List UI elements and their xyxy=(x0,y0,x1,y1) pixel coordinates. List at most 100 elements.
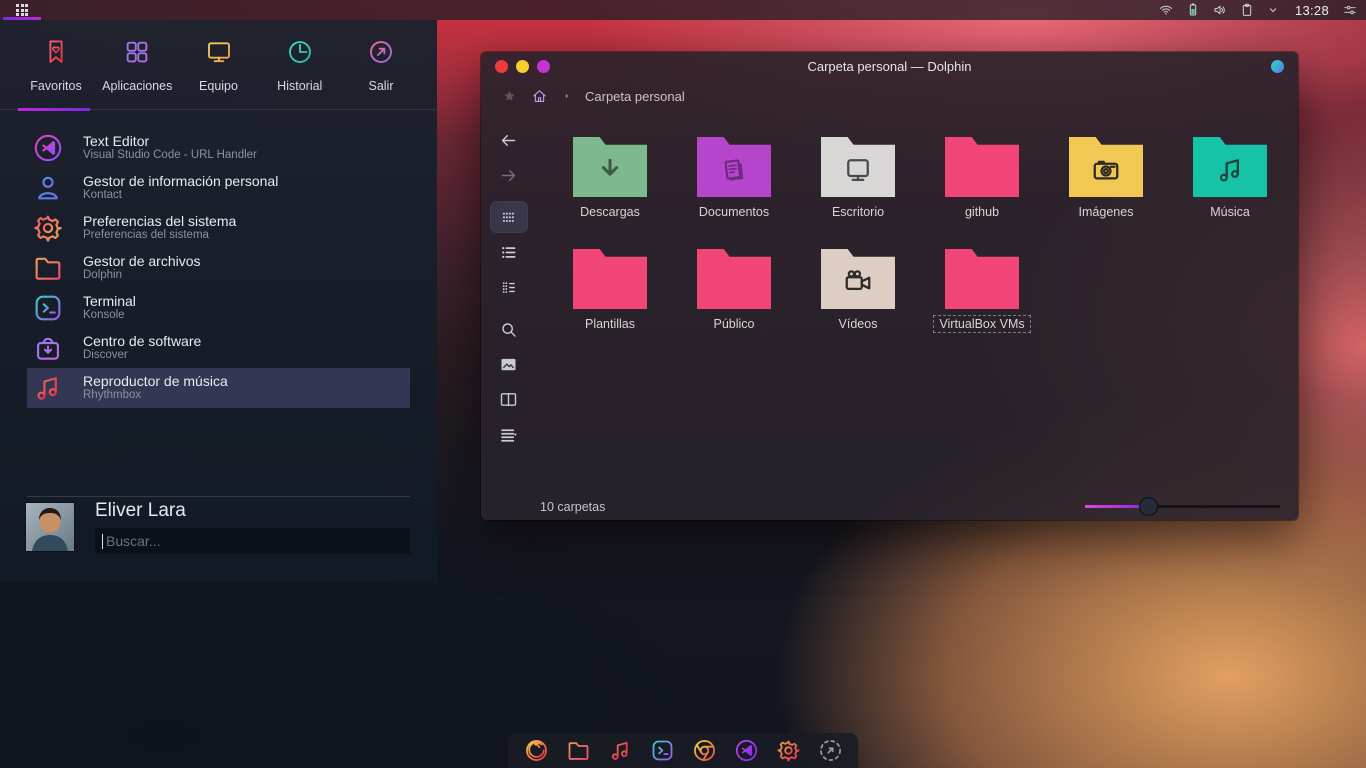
folder-icon xyxy=(1193,137,1267,197)
volume-icon[interactable] xyxy=(1212,2,1228,18)
tab-label: Historial xyxy=(277,78,323,93)
folder-público[interactable]: Público xyxy=(672,249,796,361)
view-grid-button[interactable] xyxy=(490,202,527,232)
folder-plantillas[interactable]: Plantillas xyxy=(548,249,672,361)
clock[interactable]: 13:28 xyxy=(1295,3,1329,18)
window-menu-button[interactable] xyxy=(1271,59,1284,73)
favorite-item[interactable]: Reproductor de música Rhythmbox xyxy=(27,368,410,408)
text-caret xyxy=(102,533,103,549)
folder-label: github xyxy=(964,205,1000,219)
titlebar[interactable]: Carpeta personal — Dolphin xyxy=(481,52,1298,80)
dock-dock-edit-icon[interactable] xyxy=(816,737,844,765)
folder-documentos[interactable]: Documentos xyxy=(672,137,796,249)
search-input[interactable]: Buscar... xyxy=(95,528,410,554)
tab-equipo[interactable]: Equipo xyxy=(179,20,259,109)
folder-icon xyxy=(945,249,1019,309)
breadcrumb-location[interactable]: Carpeta personal xyxy=(585,89,685,104)
folder-label: VirtualBox VMs xyxy=(933,315,1031,333)
status-bar: 10 carpetas xyxy=(481,493,1298,520)
folder-icon xyxy=(30,251,66,285)
tab-historial[interactable]: Historial xyxy=(260,20,340,109)
user-name: Eliver Lara xyxy=(95,500,186,521)
favorite-subtitle: Konsole xyxy=(83,309,125,322)
search-button[interactable] xyxy=(491,314,527,344)
favorite-subtitle: Discover xyxy=(83,349,128,362)
split-button[interactable] xyxy=(491,384,527,414)
user-area: Eliver Lara Buscar... xyxy=(0,496,437,583)
folder-github[interactable]: github xyxy=(920,137,1044,249)
zoom-slider[interactable] xyxy=(1085,498,1280,516)
tab-favoritos[interactable]: Favoritos xyxy=(16,20,96,111)
folder-escritorio[interactable]: Escritorio xyxy=(796,137,920,249)
dock xyxy=(508,733,858,768)
dock-firefox-icon[interactable] xyxy=(522,737,550,765)
battery-icon[interactable] xyxy=(1185,2,1201,18)
star-icon[interactable] xyxy=(501,88,518,105)
dock-vscode-icon[interactable] xyxy=(732,737,760,765)
folder-label: Vídeos xyxy=(838,317,878,331)
preview-button[interactable] xyxy=(491,349,527,379)
bag-download-icon xyxy=(30,331,66,365)
close-button[interactable] xyxy=(495,59,508,73)
favorite-title: Gestor de información personal xyxy=(83,173,279,190)
favorite-title: Text Editor xyxy=(83,133,150,150)
favorite-item[interactable]: Centro de software Discover xyxy=(27,328,410,368)
bookmark-heart-icon xyxy=(41,37,71,72)
folder-icon xyxy=(573,249,647,309)
folder-icon xyxy=(821,137,895,197)
clipboard-icon[interactable] xyxy=(1239,2,1255,18)
tab-aplicaciones[interactable]: Aplicaciones xyxy=(97,20,177,109)
dock-file-manager-icon[interactable] xyxy=(564,737,592,765)
folder-virtualbox-vms[interactable]: VirtualBox VMs xyxy=(920,249,1044,361)
maximize-button[interactable] xyxy=(537,59,550,73)
favorite-title: Gestor de archivos xyxy=(83,253,201,270)
app-launcher-menu: Favoritos Aplicaciones Equipo Historial … xyxy=(0,20,437,583)
chevron-down-icon[interactable] xyxy=(1266,2,1282,18)
dock-settings-icon[interactable] xyxy=(774,737,802,765)
slider-handle[interactable] xyxy=(1139,498,1157,515)
vscode-icon xyxy=(30,131,66,165)
launcher-tabs: Favoritos Aplicaciones Equipo Historial … xyxy=(0,20,437,111)
app-launcher-button[interactable] xyxy=(0,0,44,20)
system-tray: 13:28 xyxy=(1158,2,1366,18)
minimize-button[interactable] xyxy=(516,59,529,73)
dock-chromium-icon[interactable] xyxy=(690,737,718,765)
tab-label: Equipo xyxy=(199,78,238,93)
folder-label: Descargas xyxy=(580,205,640,219)
favorite-item[interactable]: Gestor de información personal Kontact xyxy=(27,168,410,208)
favorite-item[interactable]: Preferencias del sistema Preferencias de… xyxy=(27,208,410,248)
folder-descargas[interactable]: Descargas xyxy=(548,137,672,249)
favorite-item[interactable]: Text Editor Visual Studio Code - URL Han… xyxy=(27,128,410,168)
folder-icon xyxy=(697,137,771,197)
dock-konsole-icon[interactable] xyxy=(648,737,676,765)
divider xyxy=(27,496,410,497)
favorite-title: Reproductor de música xyxy=(83,373,228,390)
back-button[interactable] xyxy=(491,125,527,155)
app-grid-icon xyxy=(16,4,28,16)
folder-icon xyxy=(697,249,771,309)
music-note-icon xyxy=(30,371,66,405)
folder-imágenes[interactable]: Imágenes xyxy=(1044,137,1168,249)
network-wifi-icon[interactable] xyxy=(1158,2,1174,18)
avatar[interactable] xyxy=(26,503,74,551)
folder-icon xyxy=(945,137,1019,197)
folder-label: Música xyxy=(1210,205,1250,219)
folder-vídeos[interactable]: Vídeos xyxy=(796,249,920,361)
forward-button[interactable] xyxy=(491,160,527,190)
folder-icon xyxy=(1069,137,1143,197)
monitor-icon xyxy=(204,37,234,72)
home-icon[interactable] xyxy=(530,87,549,106)
tab-salir[interactable]: Salir xyxy=(341,20,421,109)
view-list-button[interactable] xyxy=(491,237,527,267)
dock-rhythmbox-icon[interactable] xyxy=(606,737,634,765)
view-compact-button[interactable] xyxy=(491,272,527,302)
folder-música[interactable]: Música xyxy=(1168,137,1292,249)
favorite-item[interactable]: Gestor de archivos Dolphin xyxy=(27,248,410,288)
status-text: 10 carpetas xyxy=(540,499,606,514)
favorite-item[interactable]: Terminal Konsole xyxy=(27,288,410,328)
side-toolbar xyxy=(481,112,536,493)
folder-label: Plantillas xyxy=(584,317,636,331)
menu-button[interactable] xyxy=(491,420,527,450)
tab-label: Salir xyxy=(368,78,394,93)
sliders-icon[interactable] xyxy=(1342,2,1358,18)
